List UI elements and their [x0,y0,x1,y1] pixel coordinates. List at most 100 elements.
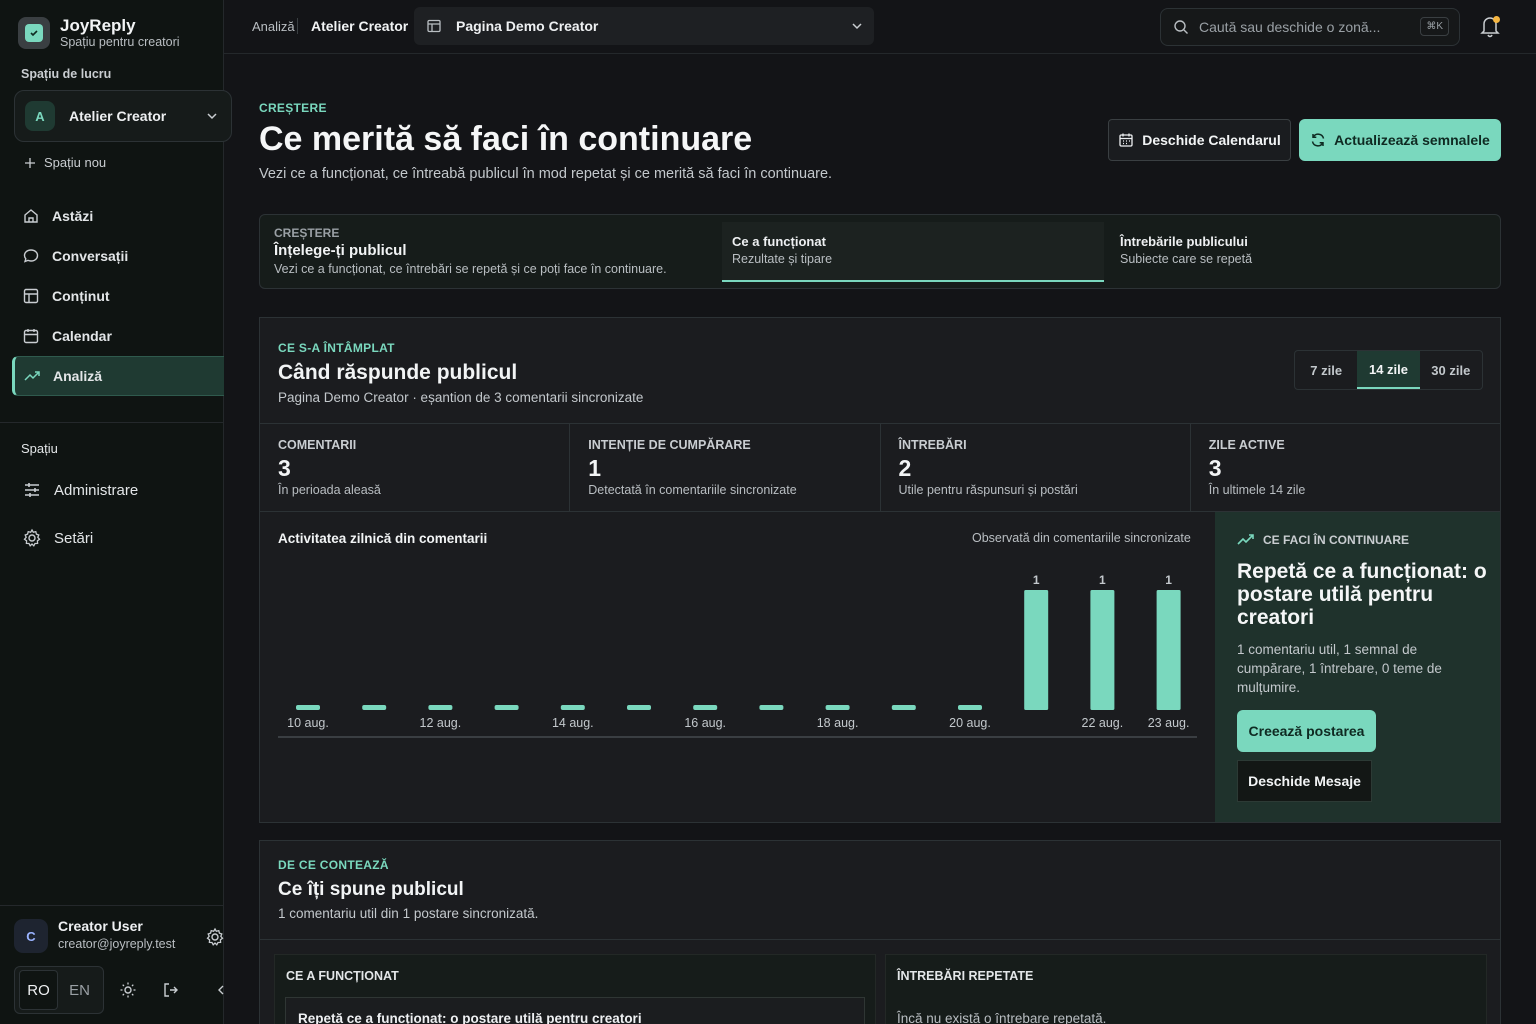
layout-icon [23,288,39,304]
stat-comentarii: Comentarii 3 În perioada aleasă [260,424,571,511]
language-en-button[interactable]: EN [60,970,99,1010]
next-action-card: CE FACI ÎN CONTINUARE Repetă ce a funcți… [1215,512,1500,822]
gear-icon [23,528,41,547]
range-7-button[interactable]: 7 zile [1295,351,1357,389]
chart-bar[interactable] [428,705,453,710]
nav-item-astazi[interactable]: Astăzi [12,196,224,236]
stat-label: Intenție de cumpărare [588,438,751,452]
nav-label: Setări [54,529,94,547]
range-selector: 7 zile 14 zile 30 zile [1294,350,1483,390]
page-title: Ce merită să faci în continuare [259,120,753,158]
brand-subtitle: Spațiu pentru creatori [60,35,180,49]
nav-item-conversatii[interactable]: Conversații [12,236,224,276]
user-settings-gear-icon[interactable] [205,926,225,948]
growth-tabs-card: CREȘTERE Înțelege-ți publicul Vezi ce a … [259,214,1501,289]
repeated-questions-card: ÎNTREBĂRI REPETATE Încă nu există o într… [885,954,1487,1024]
workspace-name: Atelier Creator [69,108,167,124]
chart-data-label: 1 [1099,573,1106,587]
plus-icon [25,157,35,168]
chevron-down-icon [207,113,217,120]
stat-value: 1 [588,455,602,481]
chart-bar[interactable] [1090,590,1115,710]
nav-label: Administrare [54,481,139,499]
chart-bar[interactable] [1156,590,1181,710]
nav-item-continut[interactable]: Conținut [12,276,224,316]
chart-bar[interactable] [296,705,320,710]
chart-bar[interactable] [627,705,651,710]
chart-tick-label: 12 aug. [420,716,462,730]
nav-label: Calendar [52,328,112,344]
next-eyebrow-label: CE FACI ÎN CONTINUARE [1263,533,1410,547]
tab-intrebarile-publicului[interactable]: Întrebările publicului Subiecte care se … [1110,222,1492,282]
tab-subtitle: Subiecte care se repetă [1120,252,1253,266]
language-ro-button[interactable]: RO [19,970,59,1010]
chart-tick-label: 23 aug. [1148,716,1190,730]
chart-bar[interactable] [494,705,519,710]
panel2-title: Ce îți spune publicul [278,879,464,900]
space-section-label: Spațiu [21,441,58,456]
chart-bar[interactable] [891,705,916,710]
search-icon [1174,20,1188,34]
panel-title: Când răspunde publicul [278,361,518,384]
create-post-button[interactable]: Creează postarea [1237,710,1376,752]
page-select[interactable]: Pagina Demo Creator [414,7,874,45]
chart-bar[interactable] [825,705,850,710]
nav-label: Astăzi [52,208,94,224]
chart-bar[interactable] [759,705,784,710]
panel-subtitle: Pagina Demo Creator · eșantion de 3 come… [278,390,644,405]
chart-bar[interactable] [362,705,387,710]
range-30-button[interactable]: 30 zile [1420,351,1482,389]
nav-item-administrare[interactable]: Administrare [12,470,224,510]
stat-intrebari: Întrebări 2 Utile pentru răspunsuri și p… [881,424,1191,511]
tab-subtitle: Rezultate și tipare [732,252,833,266]
worked-item[interactable]: Repetă ce a funcționat: o postare utilă … [285,997,865,1024]
audience-insights-panel: DE CE CONTEAZĂ Ce îți spune publicul 1 c… [259,840,1501,1024]
brand[interactable]: JoyReply Spațiu pentru creatori [18,16,180,50]
panel-eyebrow: CE S-A ÎNTÂMPLAT [278,341,395,355]
sun-theme-icon[interactable] [119,981,137,999]
refresh-signals-button[interactable]: Actualizează semnalele [1299,119,1501,161]
audience-activity-panel: CE S-A ÎNTÂMPLAT Când răspunde publicul … [259,317,1501,823]
chart-tick-label: 16 aug. [684,716,726,730]
calendar-icon [1119,133,1133,147]
stats-row: Comentarii 3 În perioada aleasă Intenție… [260,423,1500,512]
search-input[interactable]: Caută sau deschide o zonă... ⌘K [1160,8,1460,46]
page-subtitle: Vezi ce a funcționat, ce întreabă public… [259,166,833,182]
chart-bar[interactable] [1024,590,1049,710]
daily-activity-chart: 10 aug. 12 aug. 14 aug. 16 aug. 18 aug. 20 au… [278,573,1197,738]
tab-title: Ce a funcționat [732,234,826,249]
chart-bar[interactable] [693,705,718,710]
new-workspace-label: Spațiu nou [44,155,107,170]
questions-label: ÎNTREBĂRI REPETATE [897,969,1034,983]
nav-item-analiza[interactable]: Analiză [12,356,224,396]
tab-ce-a-functionat[interactable]: Ce a funcționat Rezultate și tipare [722,222,1104,282]
open-messages-button[interactable]: Deschide Mesaje [1237,760,1372,802]
new-workspace-button[interactable]: Spațiu nou [24,155,106,170]
chart-bar[interactable] [560,705,585,710]
top-bar: Analiză Atelier Creator Pagina Demo Crea… [224,0,1536,54]
breadcrumb-analiza[interactable]: Analiză [252,19,295,34]
calendar-icon [23,329,39,344]
stat-value: 3 [1208,455,1222,481]
trending-up-icon [24,371,40,381]
stat-zile-active: Zile active 3 În ultimele 14 zile [1191,424,1500,511]
chart-tick-label: 14 aug. [552,716,594,730]
range-14-button[interactable]: 14 zile [1357,351,1420,389]
user-profile[interactable]: C Creator User creator@joyreply.test [14,918,175,954]
nav-item-calendar[interactable]: Calendar [12,316,224,356]
collapse-sidebar-icon[interactable] [216,981,224,999]
nav-item-setari[interactable]: Setări [12,518,224,558]
page-select-value: Pagina Demo Creator [456,18,599,34]
hero-eyebrow: CREȘTERE [259,101,327,115]
open-calendar-button[interactable]: Deschide Calendarul [1108,119,1291,161]
sliders-icon [25,483,39,497]
workspace-select[interactable]: A Atelier Creator [14,90,232,142]
avatar: C [14,919,48,953]
refresh-signals-label: Actualizează semnalele [1334,132,1490,148]
user-email: creator@joyreply.test [58,937,176,951]
chart-bar[interactable] [958,705,982,710]
workspace-section-label: Spațiu de lucru [21,67,112,81]
user-name: Creator User [58,918,143,934]
logout-icon[interactable] [162,981,180,999]
chart-tick-label: 10 aug. [287,716,329,730]
